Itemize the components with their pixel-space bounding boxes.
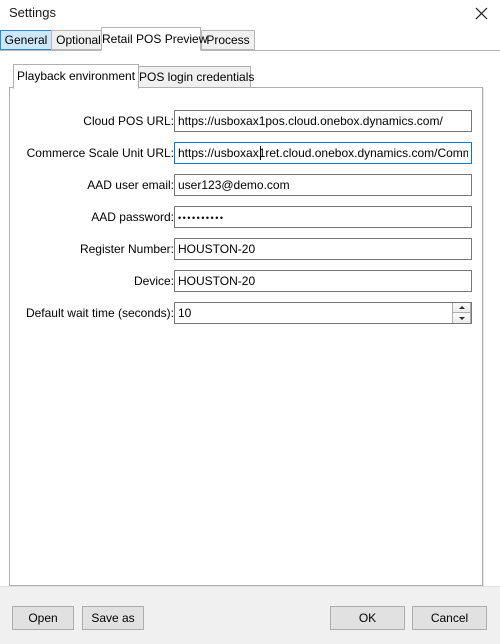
label-aad-user-email: AAD user email:	[87, 178, 174, 192]
form-row-commerce-scale-unit-url: Commerce Scale Unit URL:	[10, 142, 484, 164]
input-device[interactable]	[174, 270, 472, 292]
input-aad-password[interactable]	[174, 206, 472, 228]
chevron-up-icon[interactable]	[453, 303, 471, 313]
label-default-wait-time: Default wait time (seconds):	[25, 306, 174, 320]
outer-tab-process[interactable]: Process	[201, 30, 255, 50]
form-row-aad-password: AAD password:	[10, 206, 484, 228]
input-register-number[interactable]	[174, 238, 472, 260]
playback-environment-panel: Cloud POS URL: Commerce Scale Unit URL: AA…	[9, 87, 483, 586]
form-row-aad-user-email: AAD user email:	[10, 174, 484, 196]
dialog-client-area: Playback environment POS login credential…	[0, 51, 500, 586]
input-cloud-pos-url[interactable]	[174, 110, 472, 132]
form-row-device: Device:	[10, 270, 484, 292]
close-x-icon[interactable]	[468, 2, 494, 24]
outer-tab-general[interactable]: General	[0, 30, 52, 50]
save-as-button[interactable]: Save as	[82, 606, 144, 630]
open-button[interactable]: Open	[12, 606, 74, 630]
label-commerce-scale-unit-url: Commerce Scale Unit URL:	[26, 146, 174, 160]
default-wait-time-stepper[interactable]	[174, 302, 472, 324]
label-device: Device:	[133, 274, 174, 288]
input-default-wait-time[interactable]	[175, 303, 451, 323]
arrow-up-glyph	[458, 305, 465, 309]
label-register-number: Register Number:	[79, 242, 174, 256]
cancel-button[interactable]: Cancel	[412, 606, 487, 630]
chevron-down-icon[interactable]	[453, 313, 471, 323]
input-commerce-scale-unit-url[interactable]	[174, 142, 472, 164]
arrow-down-glyph	[458, 317, 465, 320]
form-row-cloud-pos-url: Cloud POS URL:	[10, 110, 484, 132]
outer-tab-optional[interactable]: Optional	[51, 30, 106, 50]
outer-tab-retail-pos-preview[interactable]: Retail POS Preview	[101, 27, 207, 51]
label-cloud-pos-url: Cloud POS URL:	[83, 114, 174, 128]
input-aad-user-email[interactable]	[174, 174, 472, 196]
inner-tab-playback-environment[interactable]: Playback environment	[13, 64, 139, 89]
inner-tab-pos-login-credentials[interactable]: POS login credentials	[138, 66, 254, 88]
stepper-buttons	[452, 303, 471, 323]
inner-tab-strip: Playback environment POS login credential…	[9, 64, 483, 89]
ok-button[interactable]: OK	[330, 606, 405, 630]
outer-tab-strip: General Optional Retail POS Preview Process	[0, 27, 500, 51]
text-caret	[260, 146, 261, 160]
window-title: Settings	[9, 5, 56, 20]
form-row-register-number: Register Number:	[10, 238, 484, 260]
window-title-bar: Settings	[0, 0, 500, 26]
form-row-default-wait-time: Default wait time (seconds):	[10, 302, 484, 324]
label-aad-password: AAD password:	[91, 210, 174, 224]
